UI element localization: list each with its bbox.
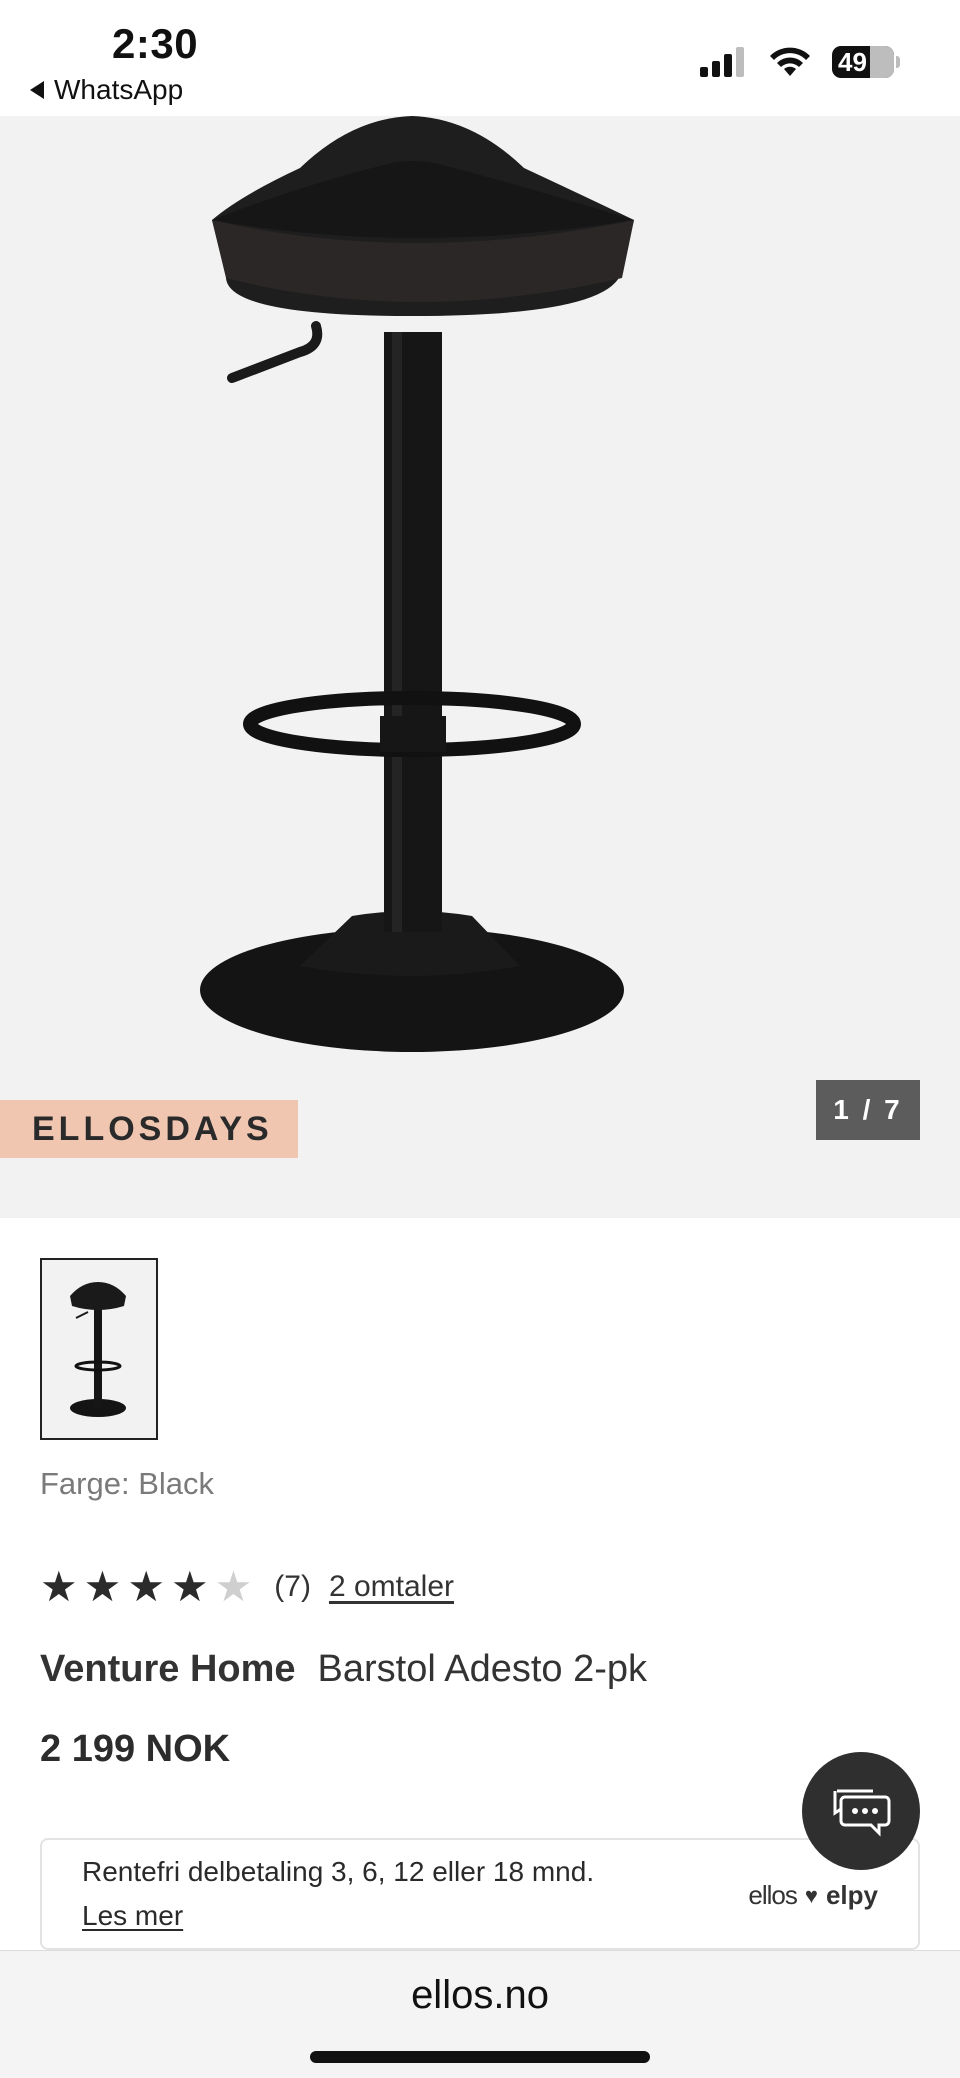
partner-logo-elpy: elpy — [825, 1880, 878, 1910]
status-icons: 49 — [700, 46, 900, 78]
thumbnail-image-1[interactable] — [40, 1258, 158, 1440]
wifi-icon — [770, 47, 810, 76]
image-counter: 1 / 7 — [816, 1080, 920, 1140]
product-brand[interactable]: Venture Home — [40, 1648, 296, 1690]
color-label: Farge: Black — [40, 1466, 215, 1501]
status-time: 2:30 — [112, 20, 199, 67]
product-name: Barstol Adesto 2-pk — [317, 1648, 648, 1690]
chat-bubbles-icon — [833, 1789, 891, 1837]
chat-button[interactable] — [802, 1752, 920, 1870]
star-empty-icon: ★ — [214, 1563, 253, 1610]
partner-logo-ellos: ellos — [748, 1880, 797, 1910]
finance-info-box: Rentefri delbetaling 3, 6, 12 eller 18 m… — [40, 1838, 920, 1950]
promo-badge: ELLOSDAYS — [0, 1100, 298, 1158]
product-price: 2 199 NOK — [40, 1728, 231, 1770]
home-indicator[interactable] — [310, 2051, 650, 2063]
cellular-signal-icon — [700, 47, 744, 77]
star-icon: ★ — [83, 1563, 122, 1610]
star-icon: ★ — [170, 1563, 209, 1610]
star-icon: ★ — [40, 1563, 78, 1610]
read-more-link[interactable]: Les mer — [82, 1900, 183, 1932]
heart-icon: ♥ — [804, 1882, 818, 1908]
back-arrow-icon — [30, 81, 44, 99]
finance-text: Rentefri delbetaling 3, 6, 12 eller 18 m… — [82, 1856, 595, 1887]
ellos-elpy-logo: ellos ♥ elpy — [748, 1880, 878, 1911]
bar-stool-image — [200, 116, 634, 1052]
rating-stars: ★ ★ ★ ★ ★ — [40, 1566, 252, 1608]
reviews-link[interactable]: 2 omtaler — [329, 1570, 454, 1604]
rating-count: (7) — [274, 1570, 311, 1603]
product-title: Venture Home Barstol Adesto 2-pk — [40, 1648, 647, 1691]
product-image-gallery[interactable]: ELLOSDAYS 1 / 7 — [0, 116, 960, 1218]
back-to-app-button[interactable]: WhatsApp — [30, 74, 183, 106]
status-bar: 2:30 WhatsApp 49 — [0, 0, 960, 116]
browser-url-bar[interactable]: ellos.no — [0, 1950, 960, 2078]
bar-stool-thumbnail — [70, 1282, 126, 1417]
url-text[interactable]: ellos.no — [0, 1973, 960, 2018]
battery-icon: 49 — [832, 46, 900, 78]
product-rating: ★ ★ ★ ★ ★ (7) 2 omtaler — [40, 1566, 454, 1608]
battery-level: 49 — [838, 46, 867, 77]
star-icon: ★ — [127, 1563, 165, 1610]
back-app-label: WhatsApp — [54, 74, 184, 105]
